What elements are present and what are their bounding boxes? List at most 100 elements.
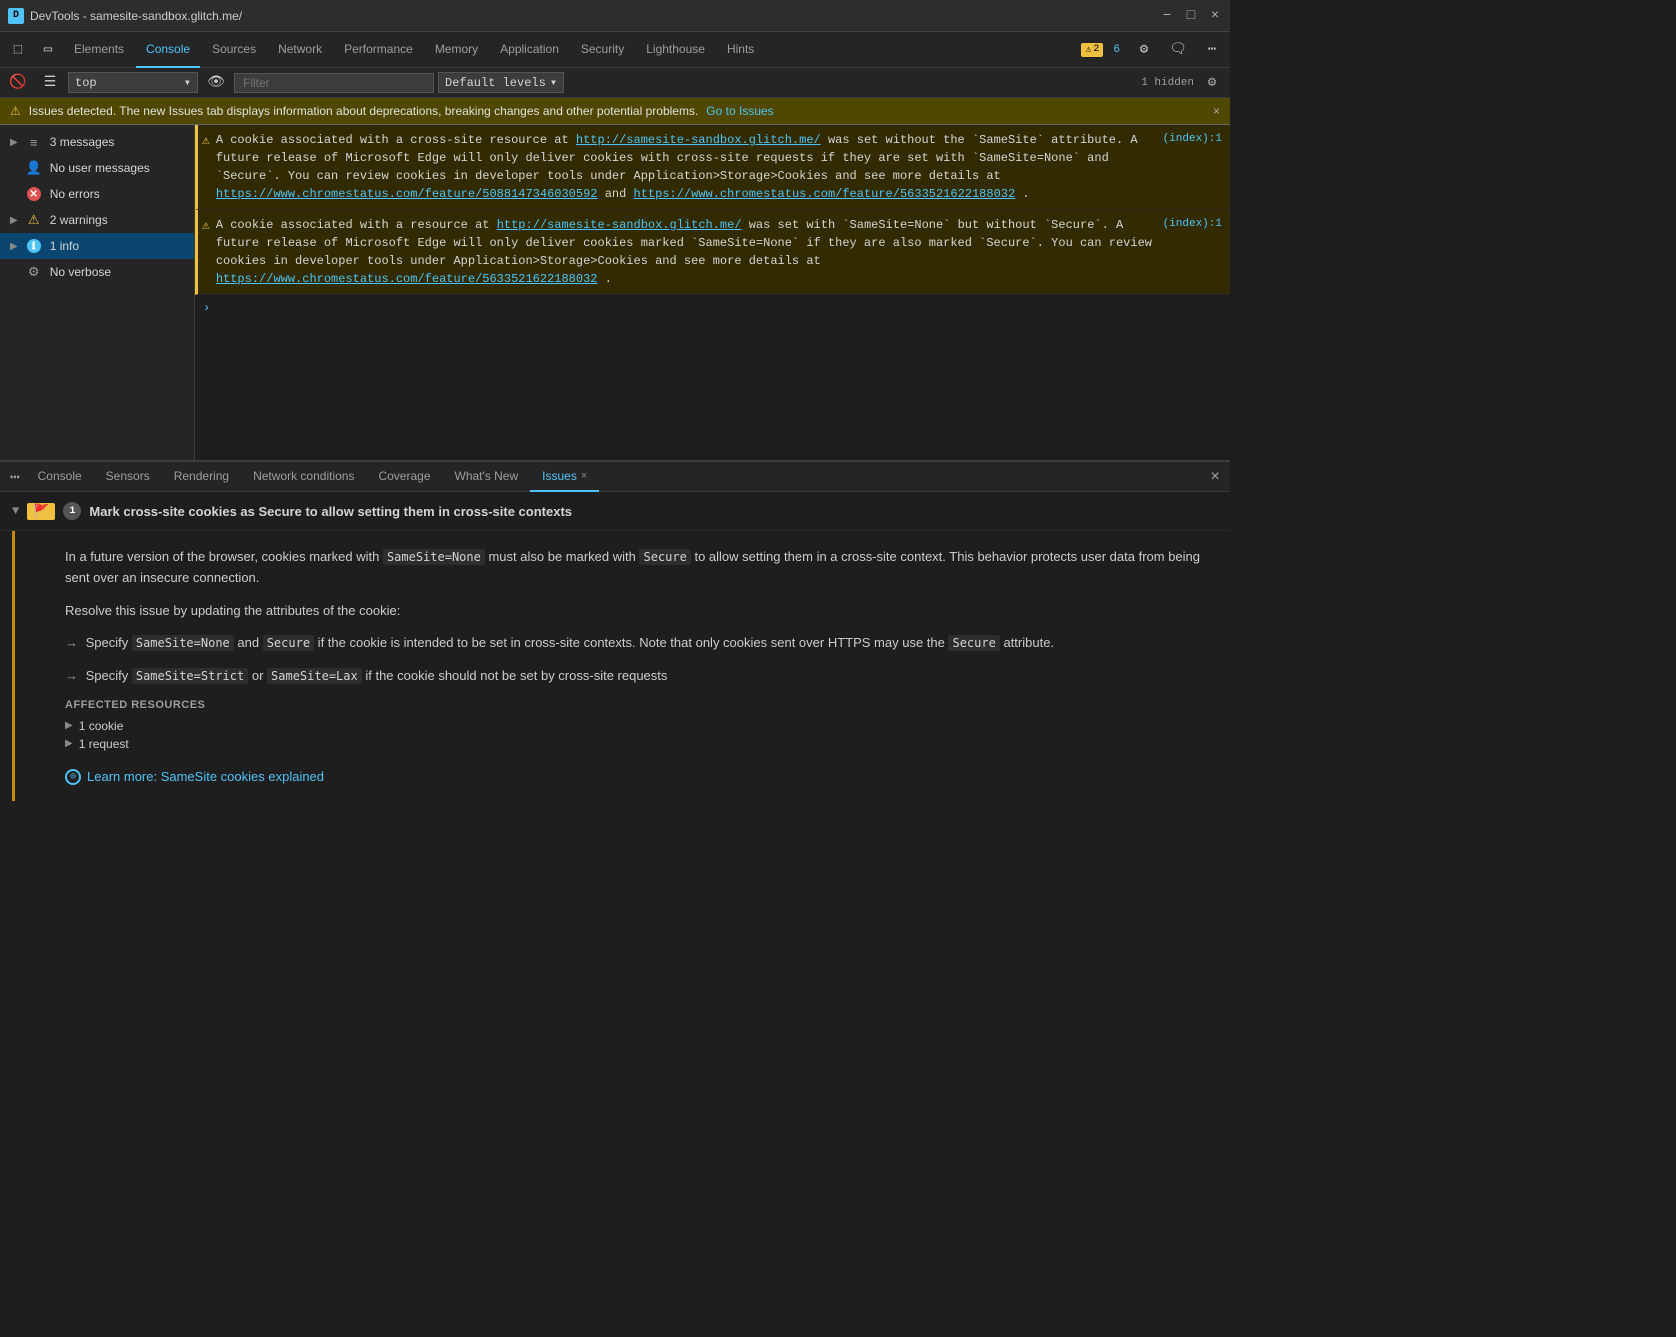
eye-icon[interactable]: 👁 xyxy=(202,69,230,97)
tab-memory[interactable]: Memory xyxy=(425,32,488,68)
issues-tab-close-icon[interactable]: × xyxy=(581,470,587,482)
learn-more-section[interactable]: ⊙ Learn more: SameSite cookies explained xyxy=(65,769,1206,785)
sidebar-user-label: No user messages xyxy=(50,161,150,175)
verbose-icon: ⚙ xyxy=(26,264,42,280)
filter-input[interactable] xyxy=(234,73,434,93)
sidebar-info-label: 1 info xyxy=(50,239,79,253)
issue-para-2: Resolve this issue by updating the attri… xyxy=(65,601,1206,622)
user-icon: 👤 xyxy=(26,160,42,176)
tab-console[interactable]: Console xyxy=(136,32,200,68)
issue-expand-icon: ▼ xyxy=(12,504,19,518)
bottom-tab-rendering[interactable]: Rendering xyxy=(162,462,241,492)
issue-bullet-1: → Specify SameSite=None and Secure if th… xyxy=(65,633,1206,654)
more-tools-icon[interactable]: ⋯ xyxy=(1198,36,1226,64)
issue-para-1: In a future version of the browser, cook… xyxy=(65,547,1206,589)
learn-more-link[interactable]: Learn more: SameSite cookies explained xyxy=(87,769,324,784)
msg1-link1[interactable]: http://samesite-sandbox.glitch.me/ xyxy=(576,133,821,147)
tab-security[interactable]: Security xyxy=(571,32,634,68)
sidebar-item-info[interactable]: ▶ ℹ 1 info xyxy=(0,233,194,259)
default-levels-label: Default levels xyxy=(445,76,546,90)
close-bottom-panel-icon[interactable]: × xyxy=(1204,468,1226,486)
sidebar-item-user[interactable]: ▶ 👤 No user messages xyxy=(0,155,194,181)
issue-group-header[interactable]: ▼ 🚩 1 Mark cross-site cookies as Secure … xyxy=(0,492,1230,531)
sidebar-item-errors[interactable]: ▶ ✕ No errors xyxy=(0,181,194,207)
warn-icon-2: ⚠ xyxy=(202,218,210,233)
default-levels-icon: ▾ xyxy=(550,75,557,90)
inspect-icon[interactable]: ⬚ xyxy=(4,36,32,64)
close-button[interactable]: × xyxy=(1208,9,1222,23)
default-levels-dropdown[interactable]: Default levels ▾ xyxy=(438,72,564,93)
sidebar-errors-label: No errors xyxy=(50,187,100,201)
affected-request[interactable]: ▶ 1 request xyxy=(65,735,1206,753)
msg1-link2[interactable]: https://www.chromestatus.com/feature/508… xyxy=(216,187,598,201)
error-icon: ✕ xyxy=(26,186,42,202)
warning-count: 2 xyxy=(1093,44,1099,55)
warning-badge[interactable]: ⚠ 2 xyxy=(1081,43,1103,57)
console-prompt: › xyxy=(195,295,1230,321)
console-messages: ⚠ A cookie associated with a cross-site … xyxy=(195,125,1230,460)
console-main: ▶ ≡ 3 messages ▶ 👤 No user messages ▶ ✕ … xyxy=(0,125,1230,460)
sidebar-item-verbose[interactable]: ▶ ⚙ No verbose xyxy=(0,259,194,285)
tab-network[interactable]: Network xyxy=(268,32,332,68)
tab-hints[interactable]: Hints xyxy=(717,32,764,68)
affected-resources: AFFECTED RESOURCES ▶ 1 cookie ▶ 1 reques… xyxy=(65,699,1206,753)
sidebar-item-messages[interactable]: ▶ ≡ 3 messages xyxy=(0,129,194,155)
bottom-tab-coverage[interactable]: Coverage xyxy=(366,462,442,492)
context-value: top xyxy=(75,76,97,90)
context-selector[interactable]: top ▾ xyxy=(68,72,198,93)
message-body-1: A cookie associated with a cross-site re… xyxy=(216,131,1157,203)
bottom-tab-console[interactable]: Console xyxy=(26,462,94,492)
issues-content: ▼ 🚩 1 Mark cross-site cookies as Secure … xyxy=(0,492,1230,960)
context-dropdown-icon: ▾ xyxy=(184,75,191,90)
toolbar-right: ⚠ 2 6 ⚙ 🗨 ⋯ xyxy=(1081,36,1226,64)
issue-title: Mark cross-site cookies as Secure to all… xyxy=(89,504,572,519)
bottom-tab-sensors[interactable]: Sensors xyxy=(94,462,162,492)
title-bar: D DevTools - samesite-sandbox.glitch.me/… xyxy=(0,0,1230,32)
error-count: 6 xyxy=(1109,43,1124,57)
go-to-issues-link[interactable]: Go to Issues xyxy=(706,104,773,118)
sidebar-verbose-label: No verbose xyxy=(50,265,111,279)
title-text: DevTools - samesite-sandbox.glitch.me/ xyxy=(30,9,1150,23)
tab-elements[interactable]: Elements xyxy=(64,32,134,68)
sidebar-item-warnings[interactable]: ▶ ⚠ 2 warnings xyxy=(0,207,194,233)
cookie-expand-icon: ▶ xyxy=(65,720,73,731)
issue-body: In a future version of the browser, cook… xyxy=(12,531,1230,801)
bottom-tab-network-conditions[interactable]: Network conditions xyxy=(241,462,366,492)
info-icon: ℹ xyxy=(26,238,42,254)
feedback-icon[interactable]: 🗨 xyxy=(1164,36,1192,64)
msg2-link2[interactable]: https://www.chromestatus.com/feature/563… xyxy=(216,272,598,286)
warn-icon-1: ⚠ xyxy=(202,133,210,148)
msg1-link3[interactable]: https://www.chromestatus.com/feature/563… xyxy=(634,187,1016,201)
banner-text: Issues detected. The new Issues tab disp… xyxy=(29,104,699,118)
more-tabs-icon[interactable]: ⋯ xyxy=(4,467,26,487)
warning-icon: ⚠ xyxy=(1085,44,1091,56)
issue-warning-badge: 🚩 xyxy=(27,503,55,520)
clear-console-icon[interactable]: 🚫 xyxy=(4,69,32,97)
tab-sources[interactable]: Sources xyxy=(202,32,266,68)
msg2-location[interactable]: (index):1 xyxy=(1163,218,1222,230)
issue-bullet-2: → Specify SameSite=Strict or SameSite=La… xyxy=(65,666,1206,687)
tab-lighthouse[interactable]: Lighthouse xyxy=(636,32,715,68)
hidden-count: 1 hidden xyxy=(1141,77,1194,89)
console-settings-icon[interactable]: ⚙ xyxy=(1198,69,1226,97)
bottom-tab-issues[interactable]: Issues × xyxy=(530,462,599,492)
chevron-info-icon: ▶ xyxy=(10,241,18,252)
settings-icon[interactable]: ⚙ xyxy=(1130,36,1158,64)
minimize-button[interactable]: − xyxy=(1160,9,1174,23)
device-icon[interactable]: ▭ xyxy=(34,36,62,64)
msg1-location[interactable]: (index):1 xyxy=(1163,133,1222,145)
prompt-arrow-icon: › xyxy=(203,301,210,315)
toggle-sidebar-icon[interactable]: ☰ xyxy=(36,69,64,97)
bottom-tab-whats-new[interactable]: What's New xyxy=(443,462,531,492)
bottom-panel: ⋯ Console Sensors Rendering Network cond… xyxy=(0,460,1230,960)
affected-cookie[interactable]: ▶ 1 cookie xyxy=(65,717,1206,735)
tab-performance[interactable]: Performance xyxy=(334,32,423,68)
banner-close-icon[interactable]: × xyxy=(1213,104,1220,118)
msg2-link1[interactable]: http://samesite-sandbox.glitch.me/ xyxy=(497,218,742,232)
tab-application[interactable]: Application xyxy=(490,32,569,68)
console-sidebar: ▶ ≡ 3 messages ▶ 👤 No user messages ▶ ✕ … xyxy=(0,125,195,460)
sidebar-warnings-label: 2 warnings xyxy=(50,213,108,227)
message-body-2: A cookie associated with a resource at h… xyxy=(216,216,1157,288)
maximize-button[interactable]: □ xyxy=(1184,9,1198,23)
main-toolbar: ⬚ ▭ Elements Console Sources Network Per… xyxy=(0,32,1230,68)
